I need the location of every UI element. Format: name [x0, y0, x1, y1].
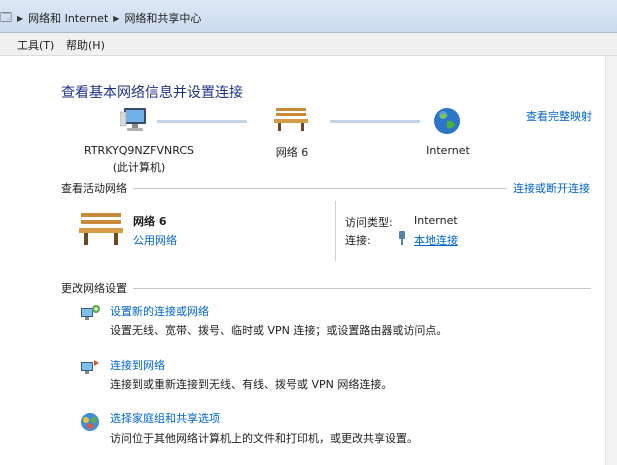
- breadcrumb: 🗔 ▶ 网络和 Internet ▶ 网络和共享中心: [0, 10, 201, 26]
- setup-connection-desc: 设置无线、宽带、拨号、临时或 VPN 连接；或设置路由器或访问点。: [110, 324, 448, 337]
- chevron-right-icon[interactable]: ▶: [113, 14, 119, 23]
- vertical-scrollbar[interactable]: [605, 56, 617, 465]
- page-title: 查看基本网络信息并设置连接: [61, 85, 243, 101]
- homegroup-sharing-link[interactable]: 选择家庭组和共享选项: [110, 410, 220, 426]
- connection-line: [157, 120, 247, 123]
- menu-bar: 工具(T) 帮助(H): [0, 33, 617, 56]
- connect-disconnect-link[interactable]: 连接或断开连接: [513, 180, 590, 196]
- computer-icon: [119, 106, 150, 134]
- computer-subtitle: (此计算机): [112, 161, 166, 174]
- change-settings-heading: 更改网络设置: [61, 282, 127, 295]
- setup-connection-link[interactable]: 设置新的连接或网络: [110, 303, 209, 319]
- connect-network-icon: [79, 358, 101, 378]
- chevron-right-icon[interactable]: ▶: [17, 14, 23, 23]
- active-network-name: 网络 6: [133, 215, 167, 228]
- ethernet-plug-icon: [398, 231, 406, 245]
- globe-icon: [432, 106, 462, 136]
- network-type-link[interactable]: 公用网络: [133, 232, 177, 248]
- access-type-value: Internet: [414, 214, 458, 227]
- address-bar[interactable]: 🗔 ▶ 网络和 Internet ▶ 网络和共享中心: [0, 0, 617, 33]
- main-content: 查看基本网络信息并设置连接 查看完整映射 RTRKYQ9NZFVNRCS (此计…: [0, 56, 605, 465]
- connection-line: [330, 120, 420, 123]
- access-type-label: 访问类型:: [345, 216, 393, 229]
- internet-node-name: Internet: [426, 144, 470, 157]
- vertical-divider: [335, 201, 336, 261]
- computer-name: RTRKYQ9NZFVNRCS: [84, 144, 195, 157]
- bench-icon: [79, 211, 123, 247]
- connect-to-network-desc: 连接到或重新连接到无线、有线、拨号或 VPN 网络连接。: [110, 378, 393, 391]
- connect-to-network-link[interactable]: 连接到网络: [110, 357, 165, 373]
- homegroup-sharing-desc: 访问位于其他网络计算机上的文件和打印机，或更改共享设置。: [110, 432, 418, 445]
- breadcrumb-back-fragment: 🗔: [0, 10, 12, 24]
- section-divider: [133, 288, 591, 289]
- bench-icon: [274, 106, 308, 132]
- breadcrumb-sharing-center[interactable]: 网络和共享中心: [124, 10, 201, 26]
- menu-tools[interactable]: 工具(T): [17, 37, 54, 53]
- network-node-name: 网络 6: [275, 146, 309, 159]
- homegroup-icon: [79, 411, 101, 433]
- view-full-map-link[interactable]: 查看完整映射: [526, 108, 592, 124]
- connection-label: 连接:: [345, 234, 371, 247]
- section-divider: [133, 188, 507, 189]
- local-connection-link[interactable]: 本地连接: [414, 232, 458, 248]
- active-networks-heading: 查看活动网络: [61, 182, 127, 195]
- breadcrumb-network-internet[interactable]: 网络和 Internet: [28, 10, 108, 26]
- menu-help[interactable]: 帮助(H): [66, 37, 105, 53]
- new-connection-icon: [79, 304, 101, 324]
